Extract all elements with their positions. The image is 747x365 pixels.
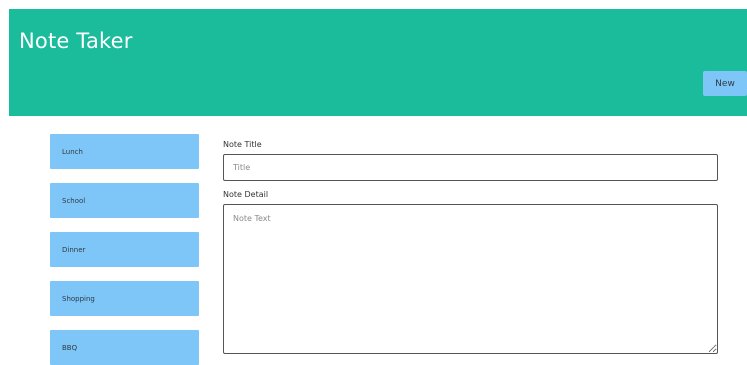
sidebar-item-label: BBQ	[62, 344, 78, 352]
sidebar-item-label: Lunch	[62, 148, 83, 156]
sidebar-item-school[interactable]: School	[50, 183, 199, 218]
sidebar-item-label: School	[62, 197, 86, 205]
new-note-button[interactable]: New	[703, 71, 747, 96]
sidebar-item-lunch[interactable]: Lunch	[50, 134, 199, 169]
sidebar-item-label: Shopping	[62, 295, 95, 303]
sidebar-item-bbq[interactable]: BBQ	[50, 330, 199, 365]
app-header: Note Taker New	[9, 9, 747, 116]
note-title-label: Note Title	[223, 140, 262, 149]
app-title: Note Taker	[19, 29, 133, 53]
note-detail-textarea[interactable]	[223, 204, 718, 354]
sidebar-item-label: Dinner	[62, 246, 86, 254]
sidebar-item-dinner[interactable]: Dinner	[50, 232, 199, 267]
sidebar-item-shopping[interactable]: Shopping	[50, 281, 199, 316]
note-title-input[interactable]	[223, 154, 718, 181]
note-detail-label: Note Detail	[223, 190, 269, 199]
